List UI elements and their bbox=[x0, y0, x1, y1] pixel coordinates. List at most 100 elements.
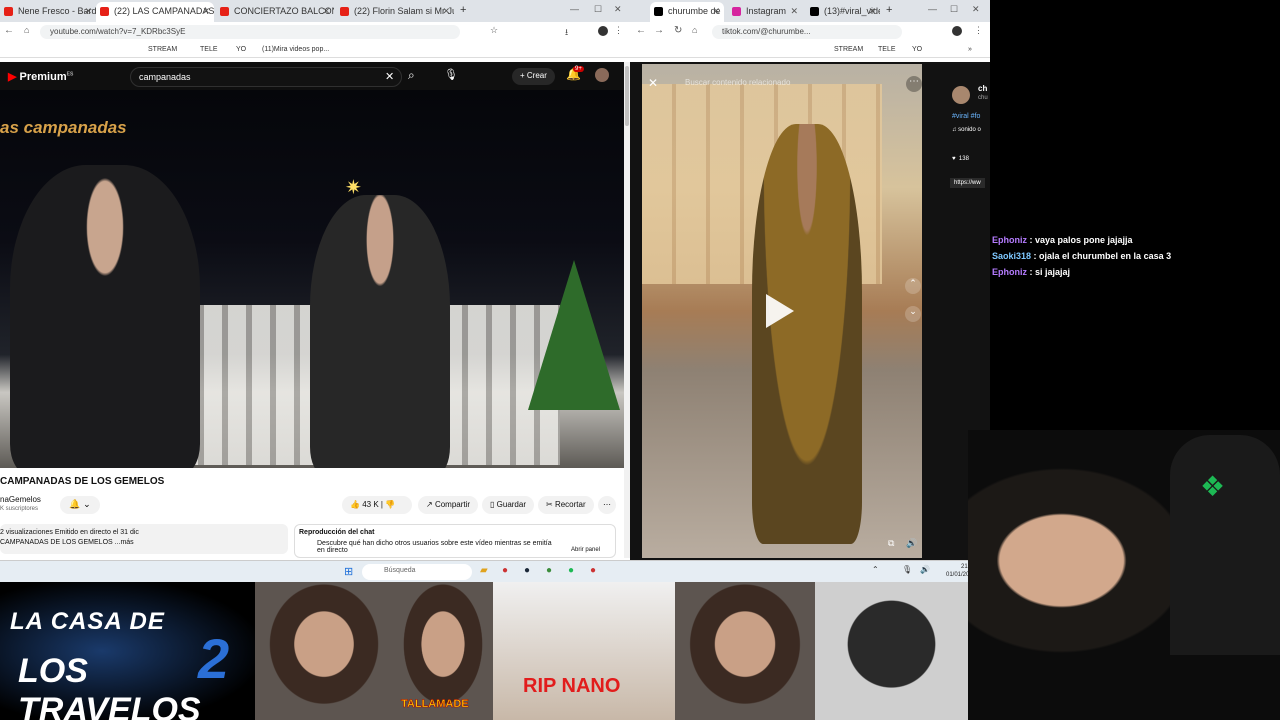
youtube-logo[interactable]: ▶ PremiumES bbox=[8, 70, 73, 83]
play-icon[interactable] bbox=[766, 294, 794, 328]
back-icon[interactable]: ← bbox=[4, 25, 14, 36]
maximize-icon[interactable]: ☐ bbox=[594, 4, 602, 15]
video-player[interactable]: as campanadas ✷ bbox=[0, 90, 624, 468]
video-overlay-title: as campanadas bbox=[0, 118, 127, 137]
close-tab-icon[interactable]: ✕ bbox=[322, 6, 330, 17]
close-tab-icon[interactable]: ✕ bbox=[790, 6, 798, 17]
tiktok-favicon-icon bbox=[654, 7, 663, 16]
minimize-icon[interactable]: — bbox=[928, 4, 937, 14]
clear-search-icon[interactable]: ✕ bbox=[385, 70, 394, 83]
minimize-icon[interactable]: — bbox=[570, 4, 579, 14]
pip-icon[interactable]: ⧉ bbox=[888, 538, 894, 549]
new-tab-icon[interactable]: + bbox=[886, 4, 892, 16]
logo-line-1: LA CASA DE bbox=[10, 608, 165, 635]
create-button[interactable]: + Crear bbox=[512, 68, 555, 85]
microphone-icon[interactable]: 🎙 bbox=[444, 68, 458, 81]
speaker-tray-icon[interactable]: 🔊 bbox=[920, 565, 930, 574]
open-panel-button[interactable]: Abrir panel bbox=[571, 547, 600, 553]
steam-icon[interactable]: ● bbox=[524, 565, 530, 576]
subscribe-bell-button[interactable]: 🔔 ⌄ bbox=[60, 496, 100, 514]
forward-icon[interactable]: → bbox=[654, 25, 664, 36]
tiktok-viewer: ⧉ 🔊 ✕ Buscar contenido relacionado ⋯ ⌃ ⌄… bbox=[630, 62, 990, 560]
show-logo-panel: LA CASA DE LOS TRAVELOS 2 bbox=[0, 582, 255, 720]
spotify-icon[interactable]: ● bbox=[568, 565, 574, 576]
share-button[interactable]: ↗ Compartir bbox=[418, 496, 479, 514]
close-window-icon[interactable]: ✕ bbox=[614, 4, 622, 15]
like-count[interactable]: ♥ 138 bbox=[952, 156, 969, 162]
tab-instagram[interactable]: Instagram ✕ bbox=[728, 2, 802, 22]
right-browser-window: churumbe de ✕ Instagram ✕ (13)#viral_vide ✕… bbox=[630, 0, 990, 560]
close-tab-icon[interactable]: ✕ bbox=[712, 6, 720, 17]
search-icon[interactable]: ⌕ bbox=[408, 68, 415, 83]
menu-icon[interactable]: ⋮ bbox=[614, 25, 623, 36]
chat-message: Ephoniz : si jajajaj bbox=[992, 267, 1071, 277]
volume-icon[interactable]: 🔊 bbox=[906, 538, 917, 549]
tray-chevron-up-icon[interactable]: ⌃ bbox=[872, 565, 879, 574]
url-field[interactable]: youtube.com/watch?v=7_KDRbc3SyE bbox=[40, 25, 460, 39]
bookmark-mira-videos[interactable]: (11)Mira videos pop... bbox=[262, 46, 329, 53]
close-tab-icon[interactable]: ✕ bbox=[84, 6, 92, 17]
microphone-tray-icon[interactable]: 🎙 bbox=[902, 565, 912, 574]
close-video-icon[interactable]: ✕ bbox=[648, 76, 658, 90]
new-tab-icon[interactable]: + bbox=[460, 4, 466, 16]
music-note-icon: ♫ bbox=[952, 127, 957, 133]
cam-tile-1 bbox=[255, 582, 393, 720]
close-tab-icon[interactable]: ✕ bbox=[868, 6, 876, 17]
menu-icon[interactable]: ⋮ bbox=[974, 25, 983, 36]
more-bookmarks-icon[interactable]: » bbox=[968, 46, 972, 53]
bookmark-folder-tele[interactable]: TELE bbox=[200, 46, 218, 53]
profile-avatar[interactable] bbox=[598, 26, 608, 36]
home-icon[interactable]: ⌂ bbox=[24, 25, 29, 35]
bookmark-folder-stream[interactable]: STREAM bbox=[148, 46, 177, 53]
windows-taskbar: ⊞ Búsqueda ▰ ● ● ● ● ● ⌃ 🎙 🔊 21:37 01/01… bbox=[0, 560, 990, 582]
related-search-input[interactable]: Buscar contenido relacionado bbox=[685, 78, 790, 87]
tiktok-video[interactable]: ⧉ 🔊 bbox=[642, 64, 922, 558]
chat-message: Saoki318 : ojala el churumbel en la casa… bbox=[992, 251, 1172, 261]
scrollbar-thumb[interactable] bbox=[625, 66, 629, 126]
chrome-alt-icon[interactable]: ● bbox=[590, 565, 596, 576]
bookmark-folder-stream[interactable]: STREAM bbox=[834, 46, 863, 53]
bookmark-folder-yo[interactable]: YO bbox=[236, 46, 246, 53]
chevron-up-icon[interactable]: ⌃ bbox=[905, 278, 921, 294]
more-actions-icon[interactable]: ⋯ bbox=[598, 496, 616, 514]
chrome-icon[interactable]: ● bbox=[546, 565, 552, 576]
save-button[interactable]: ▯ Guardar bbox=[482, 496, 534, 514]
home-icon[interactable]: ⌂ bbox=[692, 25, 697, 35]
video-description[interactable]: 2 visualizaciones Emitido en directo el … bbox=[0, 524, 288, 554]
video-link[interactable]: https://ww bbox=[950, 178, 985, 188]
creator-name[interactable]: ch bbox=[978, 84, 987, 93]
youtube-search-input[interactable]: campanadas bbox=[130, 67, 402, 87]
reload-icon[interactable]: ↻ bbox=[674, 25, 682, 36]
tab-florin-salam[interactable]: (22) Florin Salam si Mr Juve - F✕ bbox=[336, 2, 454, 22]
close-window-icon[interactable]: ✕ bbox=[972, 4, 980, 15]
file-explorer-icon[interactable]: ▰ bbox=[480, 565, 488, 576]
clip-button[interactable]: ✂ Recortar bbox=[538, 496, 594, 514]
tab-viral-video[interactable]: (13)#viral_vide ✕ bbox=[806, 2, 880, 22]
tab-campanadas[interactable]: (22) LAS CAMPANADAS DE LOS✕ bbox=[96, 2, 214, 22]
channel-name[interactable]: naGemelos bbox=[0, 495, 41, 504]
download-icon[interactable]: ⭳ bbox=[565, 25, 568, 41]
app-icon[interactable]: ● bbox=[502, 565, 508, 576]
close-tab-icon[interactable]: ✕ bbox=[202, 6, 210, 17]
creator-avatar[interactable] bbox=[952, 86, 970, 104]
hashtags[interactable]: #viral #fo bbox=[952, 113, 980, 120]
url-field[interactable]: tiktok.com/@churumbe... bbox=[712, 25, 902, 39]
maximize-icon[interactable]: ☐ bbox=[950, 4, 958, 15]
bookmark-folder-yo[interactable]: YO bbox=[912, 46, 922, 53]
star-bookmark-icon[interactable]: ☆ bbox=[490, 25, 498, 36]
tab-conciertazo[interactable]: CONCIERTAZO BALCONIL + CO✕ bbox=[216, 2, 334, 22]
taskbar-search-input[interactable]: Búsqueda bbox=[362, 564, 472, 580]
like-dislike-button[interactable]: 👍 43 K | 👎 bbox=[342, 496, 412, 514]
tab-churumbe[interactable]: churumbe de ✕ bbox=[650, 2, 724, 22]
close-tab-icon[interactable]: ✕ bbox=[442, 6, 450, 17]
youtube-avatar[interactable] bbox=[595, 68, 609, 82]
sound-label[interactable]: ♫ sonido o bbox=[952, 127, 981, 133]
chevron-down-icon[interactable]: ⌄ bbox=[905, 306, 921, 322]
bookmark-folder-tele[interactable]: TELE bbox=[878, 46, 896, 53]
bell-icon: 🔔 bbox=[69, 499, 81, 509]
back-icon[interactable]: ← bbox=[636, 25, 646, 36]
profile-avatar[interactable] bbox=[952, 26, 962, 36]
tab-nene-fresco[interactable]: Nene Fresco - Bardo - You✕ bbox=[0, 2, 96, 22]
more-options-icon[interactable]: ⋯ bbox=[906, 76, 922, 92]
windows-start-icon[interactable]: ⊞ bbox=[344, 565, 353, 578]
